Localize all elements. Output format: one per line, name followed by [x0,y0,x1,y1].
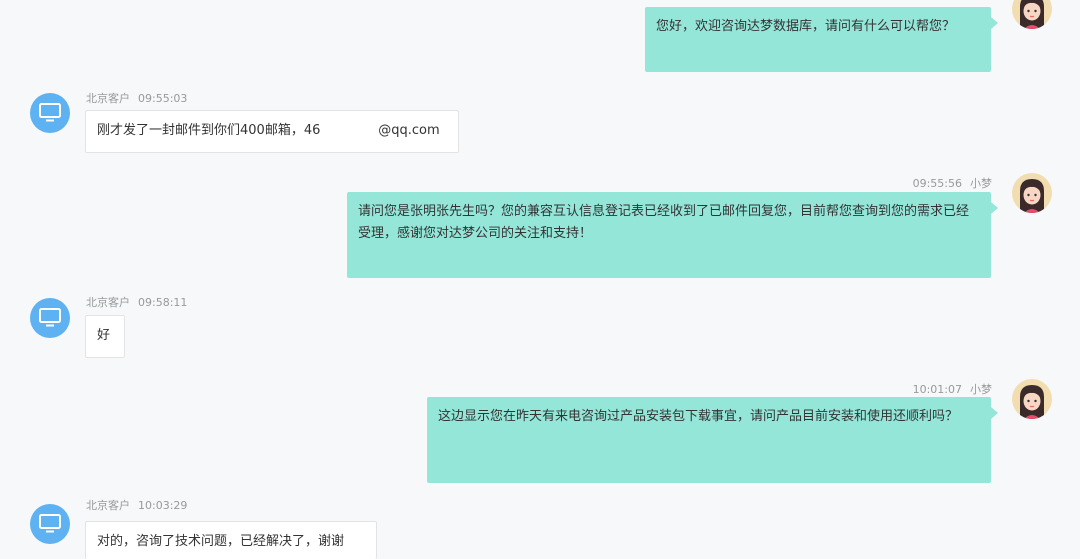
message-time: 09:55:03 [138,92,188,105]
customer-message-bubble: 刚才发了一封邮件到你们400邮箱，46 @qq.com [85,110,459,153]
message-text: 请问您是张明张先生吗？您的兼容互认信息登记表已经收到了已邮件回复您，目前帮您查询… [358,204,970,241]
sender-name: 小梦 [970,177,992,190]
customer-message-bubble: 好 [85,315,125,358]
message-text: 好 [97,328,111,343]
monitor-icon [39,514,61,533]
customer-message-bubble: 对的，咨询了技术问题，已经解决了，谢谢 [85,521,377,559]
girl-avatar-icon [1020,179,1044,213]
customer-avatar [30,504,70,544]
message-time: 10:03:29 [138,499,188,512]
message-time: 09:58:11 [138,296,188,309]
girl-avatar-icon [1020,385,1044,419]
monitor-icon [39,308,61,327]
message-text: 您好，欢迎咨询达梦数据库，请问有什么可以帮您？ [656,19,956,34]
message-meta: 北京客户 09:58:11 [86,294,187,310]
message-meta: 北京客户 10:03:29 [86,497,187,513]
agent-avatar [1012,379,1052,419]
message-text: 刚才发了一封邮件到你们400邮箱，46 @qq.com [97,123,440,138]
agent-message-bubble: 您好，欢迎咨询达梦数据库，请问有什么可以帮您？ [645,7,998,72]
sender-name: 北京客户 [86,499,130,512]
agent-avatar [1012,173,1052,213]
message-text: 对的，咨询了技术问题，已经解决了，谢谢 [97,534,345,549]
agent-avatar [1012,0,1052,29]
message-meta: 10:01:07 小梦 [913,381,992,397]
message-text: 这边显示您在昨天有来电咨询过产品安装包下载事宜，请问产品目前安装和使用还顺利吗？ [438,409,959,424]
agent-message-bubble: 请问您是张明张先生吗？您的兼容互认信息登记表已经收到了已邮件回复您，目前帮您查询… [347,192,998,278]
message-time: 10:01:07 [912,383,962,396]
message-meta: 北京客户 09:55:03 [86,90,187,106]
customer-avatar [30,298,70,338]
chat-window: 您好，欢迎咨询达梦数据库，请问有什么可以帮您？ 北京客户 09:55:03 刚才发… [0,0,1080,559]
sender-name: 小梦 [970,383,992,396]
agent-message-bubble: 这边显示您在昨天有来电咨询过产品安装包下载事宜，请问产品目前安装和使用还顺利吗？ [427,397,998,483]
message-meta: 09:55:56 小梦 [913,175,992,191]
sender-name: 北京客户 [86,92,130,105]
monitor-icon [39,103,61,122]
customer-avatar [30,93,70,133]
sender-name: 北京客户 [86,296,130,309]
girl-avatar-icon [1020,0,1044,29]
message-time: 09:55:56 [912,177,962,190]
